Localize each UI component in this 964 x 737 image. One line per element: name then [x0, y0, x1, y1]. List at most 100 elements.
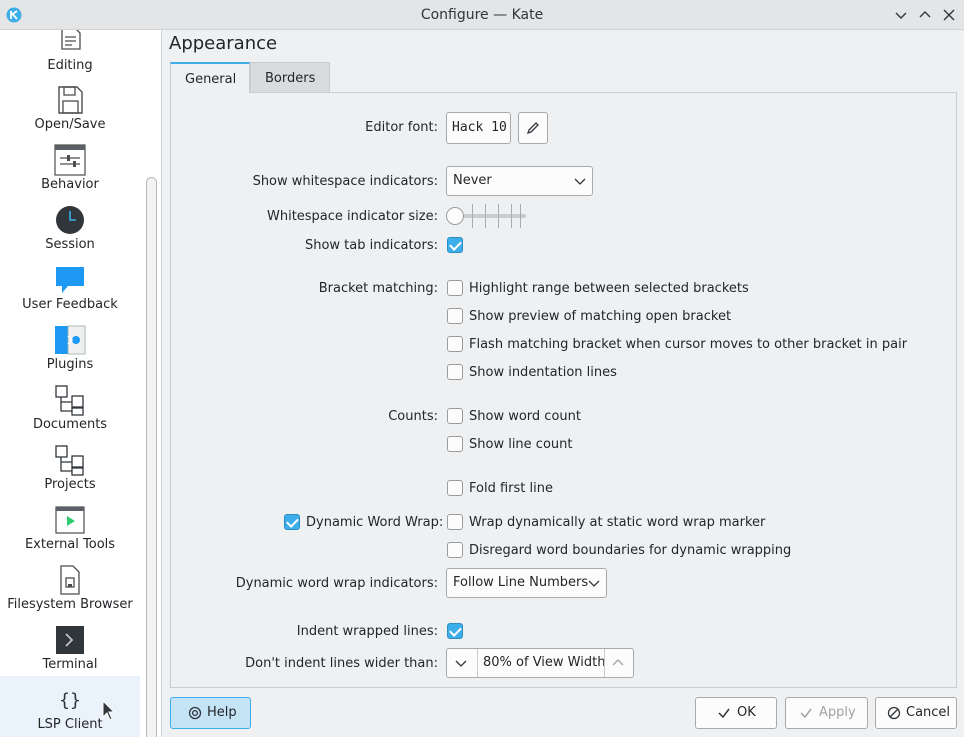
sidebar-item-behavior[interactable]: Behavior	[0, 144, 140, 204]
dyn-ind-select[interactable]: Follow Line Numbers	[446, 568, 607, 598]
sidebar-item-label: Behavior	[41, 177, 99, 192]
save-icon	[58, 86, 83, 114]
sidebar-item-label: User Feedback	[22, 297, 118, 312]
maximize-icon[interactable]	[917, 7, 933, 23]
wrap-static-label: Wrap dynamically at static word wrap mar…	[469, 515, 766, 530]
sidebar-item-label: Editing	[47, 58, 93, 73]
indent-wrapped-checkbox[interactable]	[447, 623, 463, 639]
sidebar-item-editing[interactable]: Editing	[0, 30, 140, 85]
dont-indent-label: Don't indent lines wider than:	[245, 656, 438, 671]
braces-icon: {}	[59, 690, 81, 711]
line-count-label: Show line count	[469, 437, 573, 452]
cancel-button[interactable]: Cancel	[875, 697, 957, 729]
external-tools-icon	[55, 506, 85, 534]
indent-wrapped-label: Indent wrapped lines:	[296, 624, 438, 639]
sidebar-item-external-tools[interactable]: External Tools	[0, 504, 140, 564]
dyn-ind-value: Follow Line Numbers	[453, 575, 589, 590]
dont-indent-value: 80% of View Width	[483, 655, 606, 670]
dont-indent-spinbox[interactable]: 80% of View Width	[446, 648, 634, 678]
minimize-icon[interactable]	[893, 7, 909, 23]
flash-bracket-checkbox[interactable]	[447, 336, 463, 352]
editor-font-label: Editor font:	[365, 120, 438, 135]
sidebar-item-label: Open/Save	[34, 117, 106, 132]
tab-borders[interactable]: Borders	[250, 62, 330, 93]
flash-bracket-label: Flash matching bracket when cursor moves…	[469, 337, 908, 352]
whitespace-select[interactable]: Never	[446, 166, 593, 196]
counts-label: Counts:	[388, 409, 438, 424]
sidebar-item-open-save[interactable]: Open/Save	[0, 84, 140, 144]
preview-bracket-checkbox[interactable]	[447, 308, 463, 324]
window-title: Configure — Kate	[420, 7, 544, 23]
whitespace-value: Never	[453, 173, 492, 188]
edit-font-button[interactable]	[518, 112, 548, 144]
sidebar-item-label: Plugins	[46, 357, 94, 372]
ok-button[interactable]: OK	[695, 697, 777, 729]
cancel-label: Cancel	[906, 705, 951, 720]
sidebar-item-label: External Tools	[24, 537, 116, 552]
projects-icon	[55, 445, 84, 476]
ws-size-label: Whitespace indicator size:	[266, 209, 438, 224]
slider-handle[interactable]	[446, 207, 464, 225]
wrap-static-checkbox[interactable]	[447, 514, 463, 530]
word-count-label: Show word count	[469, 409, 581, 424]
sidebar-item-session[interactable]: Session	[0, 204, 140, 264]
sidebar-scrollbar[interactable]	[146, 177, 157, 737]
dyn-ind-label: Dynamic word wrap indicators:	[235, 576, 438, 591]
behavior-icon	[54, 144, 86, 176]
mouse-cursor-icon	[102, 700, 116, 721]
filesystem-icon	[60, 565, 80, 595]
tab-indicators-checkbox[interactable]	[447, 237, 463, 253]
svg-text:{}: {}	[59, 690, 81, 711]
close-icon[interactable]	[941, 7, 957, 23]
feedback-icon	[56, 267, 84, 293]
dynamic-word-wrap-label: Dynamic Word Wrap:	[306, 515, 444, 530]
editor-font-button[interactable]: Hack 10	[446, 112, 511, 144]
sidebar: Editing Open/Save Behavior Session User …	[0, 30, 162, 737]
dynamic-word-wrap-checkbox[interactable]	[284, 514, 300, 530]
sidebar-item-documents[interactable]: Documents	[0, 384, 140, 444]
check-icon	[800, 708, 812, 719]
highlight-range-label: Highlight range between selected bracket…	[469, 281, 749, 296]
sidebar-item-lsp-client[interactable]: {} LSP Client	[0, 676, 140, 737]
decrement-icon[interactable]	[455, 657, 467, 669]
line-count-checkbox[interactable]	[447, 436, 463, 452]
page-title: Appearance	[169, 33, 278, 54]
sidebar-item-plugins[interactable]: Plugins	[0, 324, 140, 384]
tab-indicators-label: Show tab indicators:	[304, 238, 438, 253]
help-button[interactable]: Help	[170, 697, 251, 729]
highlight-range-checkbox[interactable]	[447, 280, 463, 296]
sidebar-item-user-feedback[interactable]: User Feedback	[0, 264, 140, 324]
tab-general[interactable]: General	[170, 62, 250, 93]
sidebar-item-label: Session	[45, 237, 95, 252]
fold-first-line-label: Fold first line	[469, 481, 553, 496]
apply-label: Apply	[819, 705, 856, 720]
sidebar-item-label: Filesystem Browser	[7, 597, 133, 612]
title-bar: Configure — Kate	[0, 0, 964, 30]
chevron-down-icon	[574, 178, 586, 185]
whitespace-label: Show whitespace indicators:	[252, 174, 438, 189]
preview-bracket-label: Show preview of matching open bracket	[469, 309, 732, 324]
apply-button[interactable]: Apply	[785, 697, 868, 729]
fold-first-line-checkbox[interactable]	[447, 480, 463, 496]
sidebar-item-label: LSP Client	[37, 717, 103, 732]
bracket-matching-label: Bracket matching:	[318, 281, 438, 296]
sidebar-item-label: Documents	[32, 417, 108, 432]
chevron-down-icon	[588, 580, 600, 587]
sidebar-item-projects[interactable]: Projects	[0, 444, 140, 504]
increment-icon[interactable]	[612, 657, 624, 669]
documents-icon	[55, 385, 84, 416]
check-icon	[718, 708, 730, 719]
clock-icon	[56, 206, 84, 234]
ws-size-slider[interactable]	[446, 204, 528, 230]
disregard-boundaries-checkbox[interactable]	[447, 542, 463, 558]
help-label: Help	[207, 705, 237, 720]
editing-icon	[61, 30, 81, 50]
word-count-checkbox[interactable]	[447, 408, 463, 424]
help-icon	[188, 706, 202, 720]
sidebar-item-terminal[interactable]: Terminal	[0, 624, 140, 684]
ok-label: OK	[737, 705, 756, 720]
indentation-lines-label: Show indentation lines	[469, 365, 617, 380]
indentation-lines-checkbox[interactable]	[447, 364, 463, 380]
sidebar-item-filesystem-browser[interactable]: Filesystem Browser	[0, 564, 140, 624]
plugins-icon	[55, 325, 86, 355]
